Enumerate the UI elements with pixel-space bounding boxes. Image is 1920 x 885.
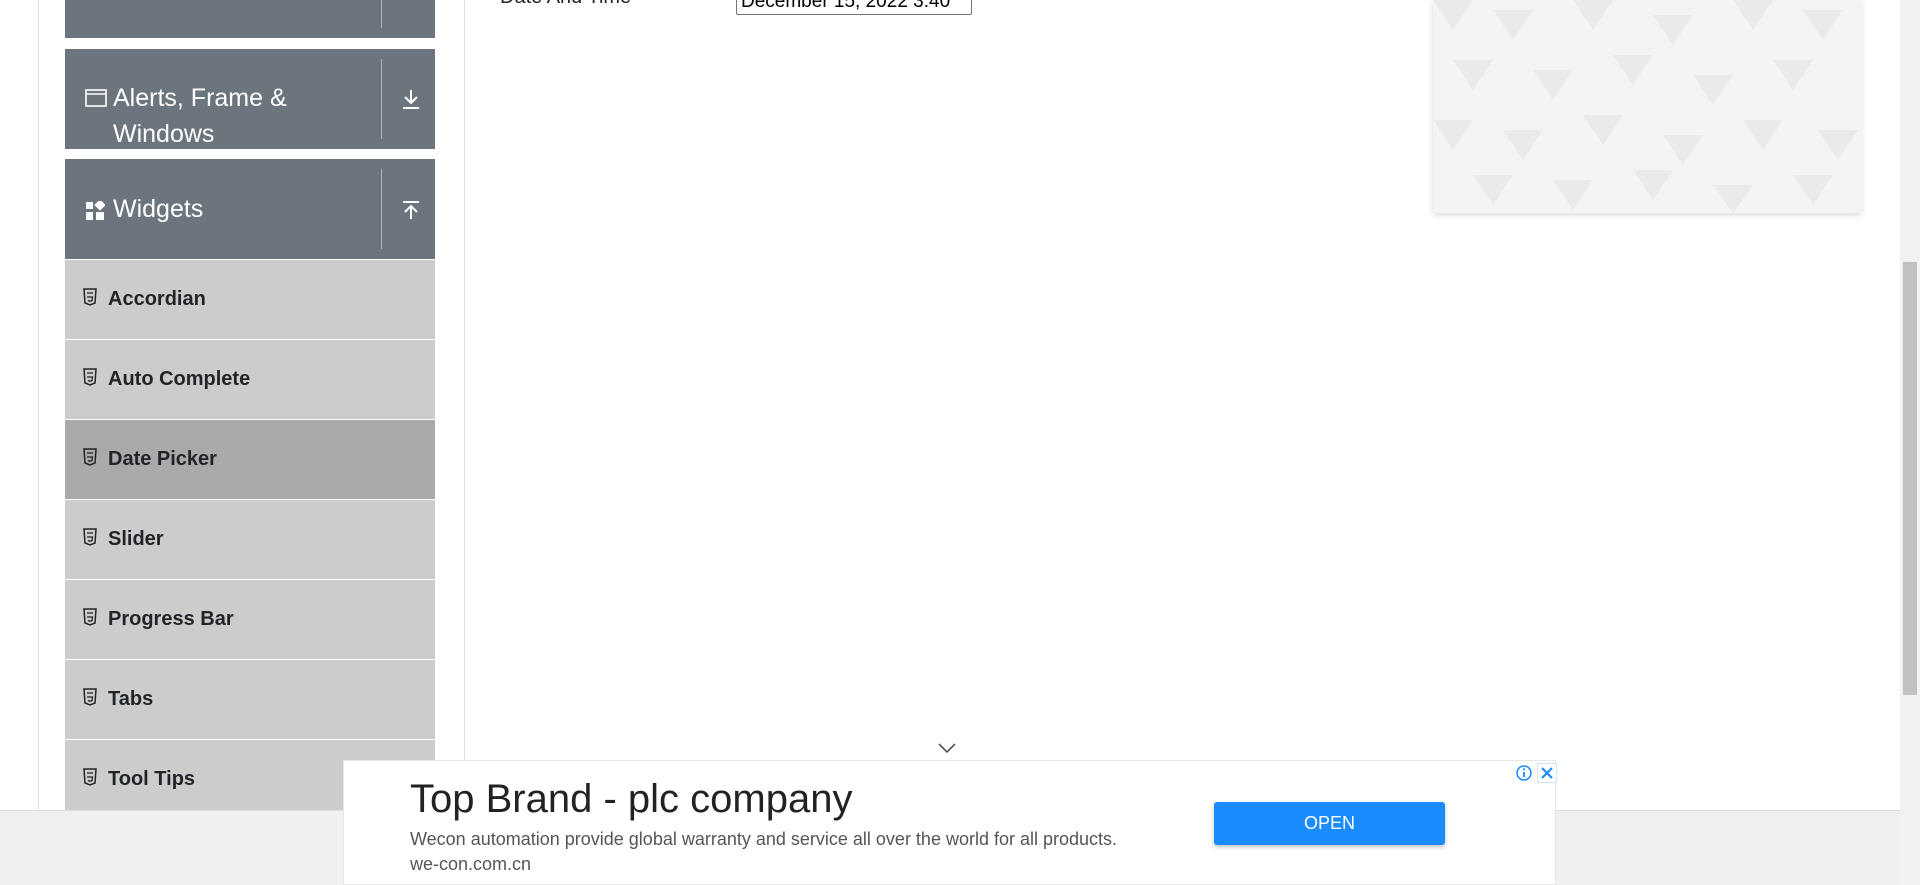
sidebar-item-label: Slider: [108, 528, 164, 550]
chevron-down-icon[interactable]: [936, 741, 958, 755]
html5-icon: [83, 288, 97, 306]
upload-arrow-icon[interactable]: [399, 199, 423, 223]
html5-icon: [83, 368, 97, 386]
left-border: [38, 0, 39, 810]
group-divider: [381, 59, 382, 139]
close-icon[interactable]: [1537, 763, 1557, 783]
html5-icon: [83, 448, 97, 466]
sidebar-divider: [464, 0, 465, 810]
window-icon: [85, 89, 107, 107]
download-arrow-icon[interactable]: [399, 87, 423, 111]
sidebar-item-label: Accordian: [108, 288, 206, 310]
sidebar-item-accordian[interactable]: Accordian: [65, 259, 435, 339]
group-title: Widgets: [113, 195, 204, 223]
geometric-pattern: [1433, 0, 1858, 213]
sidebar-item-progress-bar[interactable]: Progress Bar: [65, 579, 435, 659]
ad-open-button[interactable]: OPEN: [1214, 802, 1445, 845]
ad-banner[interactable]: Top Brand - plc company Wecon automation…: [343, 760, 1557, 885]
sidebar-item-label: Progress Bar: [108, 608, 234, 630]
group-header-alerts[interactable]: Alerts, Frame & Windows: [65, 49, 435, 149]
html5-icon: [83, 528, 97, 546]
group-title: Alerts, Frame & Windows: [113, 84, 287, 148]
group-header-widgets[interactable]: Widgets: [65, 159, 435, 259]
side-ad-image[interactable]: [1433, 0, 1861, 213]
group-divider: [381, 0, 382, 28]
sidebar-item-slider[interactable]: Slider: [65, 499, 435, 579]
info-icon[interactable]: [1514, 763, 1534, 783]
sidebar-item-label: Tabs: [108, 688, 154, 710]
sidebar-item-date-picker[interactable]: Date Picker: [65, 419, 435, 499]
scrollbar-thumb[interactable]: [1903, 262, 1917, 695]
sidebar-item-label: Date Picker: [108, 448, 217, 470]
page-scrollbar[interactable]: [1900, 0, 1920, 885]
sidebar-item-tabs[interactable]: Tabs: [65, 659, 435, 739]
html5-icon: [83, 608, 97, 626]
ad-description[interactable]: Wecon automation provide global warranty…: [410, 827, 1130, 877]
group-header-partial[interactable]: [65, 0, 435, 38]
date-time-input[interactable]: December 15, 2022 3:40 PM: [736, 0, 972, 15]
sidebar-item-label: Tool Tips: [108, 768, 196, 790]
date-time-label: Date And Time: [500, 0, 631, 9]
html5-icon: [83, 768, 97, 786]
widgets-icon: [86, 201, 105, 220]
group-divider: [381, 169, 382, 249]
html5-icon: [83, 688, 97, 706]
ad-headline[interactable]: Top Brand - plc company: [410, 775, 852, 823]
sidebar-item-label: Auto Complete: [108, 368, 251, 390]
sidebar-item-auto-complete[interactable]: Auto Complete: [65, 339, 435, 419]
